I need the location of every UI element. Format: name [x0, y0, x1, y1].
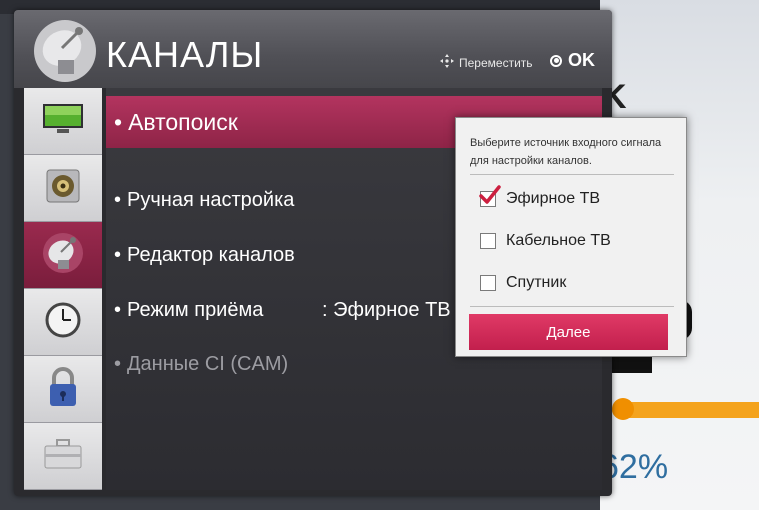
dialog-description: Выберите источник входного сигнала для н… [470, 137, 662, 167]
bullet: • [114, 108, 123, 135]
background-progress-stripe [612, 402, 759, 418]
move-hint-label: Переместить [459, 55, 533, 70]
checkbox[interactable] [480, 233, 496, 249]
source-select-dialog: Выберите источник входного сигнала для н… [455, 117, 687, 357]
option-terrestrial[interactable]: Эфирное ТВ [479, 185, 601, 210]
page-title: КАНАЛЫ [106, 34, 264, 75]
move-arrows-icon [440, 54, 454, 71]
divider [470, 306, 674, 307]
menu-item-label: Данные CI (CAM) [127, 352, 289, 375]
option-label: Спутник [506, 274, 567, 291]
background-shape [612, 355, 652, 373]
menu-item-label: Автопоиск [128, 108, 238, 135]
bullet: • [114, 352, 122, 375]
sidebar-item-picture[interactable] [24, 88, 102, 155]
option-cable[interactable]: Кабельное ТВ [480, 230, 611, 252]
menu-item-label: Редактор каналов [127, 243, 295, 266]
sidebar-item-options[interactable] [24, 423, 102, 490]
panel-header: КАНАЛЫ Переместить OK [14, 10, 612, 88]
lock-icon [43, 365, 83, 414]
next-button[interactable]: Далее [469, 314, 668, 350]
checkbox[interactable] [480, 275, 496, 291]
toolbox-icon [41, 436, 85, 477]
move-hint: Переместить [440, 54, 533, 71]
option-label: Эфирное ТВ [506, 190, 601, 207]
option-satellite[interactable]: Спутник [480, 272, 566, 294]
satellite-dish-icon [32, 18, 98, 84]
background-progress-knob [612, 398, 634, 420]
ok-hint-label: OK [568, 50, 595, 70]
clock-icon [43, 300, 83, 345]
menu-item-label: Режим приёма [127, 298, 264, 321]
bullet: • [114, 243, 122, 266]
sidebar-item-lock[interactable] [24, 356, 102, 423]
divider [470, 174, 674, 175]
ok-hint: OK [550, 50, 595, 71]
speaker-icon [43, 166, 83, 211]
satellite-dish-icon [41, 231, 85, 280]
ok-button-icon [550, 54, 562, 67]
sidebar-item-sound[interactable] [24, 155, 102, 222]
bullet: • [114, 298, 122, 321]
option-label: Кабельное ТВ [506, 232, 611, 249]
bullet: • [114, 188, 122, 211]
settings-sidebar [24, 88, 102, 496]
tv-picture-icon [41, 102, 85, 141]
sidebar-item-channels[interactable] [24, 222, 102, 289]
sidebar-item-time[interactable] [24, 289, 102, 356]
checkbox-checked[interactable] [479, 185, 501, 207]
reception-mode-value: : Эфирное ТВ [322, 298, 451, 321]
menu-item-label: Ручная настройка [127, 188, 295, 211]
